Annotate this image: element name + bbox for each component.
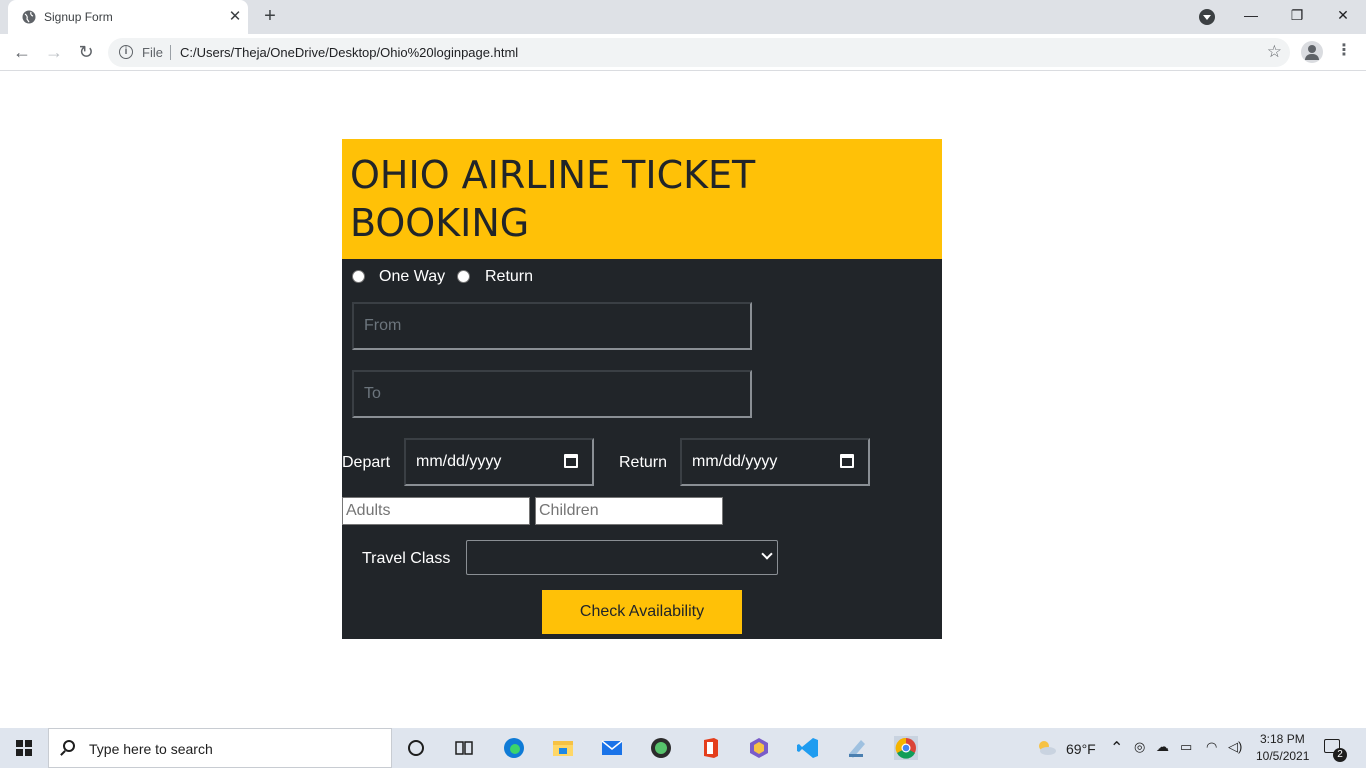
booking-form: OHIO AIRLINE TICKET BOOKING One Way Retu…: [342, 139, 942, 639]
browser-toolbar: ← → ↻ i File C:/Users/Theja/OneDrive/Des…: [0, 34, 1366, 71]
minimize-button[interactable]: —: [1228, 0, 1274, 34]
page-title: OHIO AIRLINE TICKET BOOKING: [350, 153, 756, 245]
notepad-icon[interactable]: [845, 736, 869, 760]
restore-button[interactable]: ❐: [1274, 0, 1320, 34]
globe-icon: [22, 10, 36, 24]
3d-viewer-icon[interactable]: [747, 736, 771, 760]
taskbar-search[interactable]: Type here to search: [48, 728, 392, 768]
weather-temperature[interactable]: 69°F: [1066, 741, 1096, 757]
from-input[interactable]: From: [352, 302, 752, 350]
adults-input[interactable]: Adults: [342, 497, 530, 525]
tab-title: Signup Form: [44, 10, 113, 24]
travel-class-select[interactable]: [466, 540, 778, 575]
tab-search-icon[interactable]: [1199, 9, 1215, 25]
back-button[interactable]: ←: [10, 40, 34, 64]
meet-now-icon[interactable]: ◎: [1134, 739, 1145, 755]
form-header: OHIO AIRLINE TICKET BOOKING: [342, 139, 942, 259]
vscode-icon[interactable]: [796, 736, 820, 760]
check-availability-button[interactable]: Check Availability: [542, 590, 742, 634]
tab-close-icon[interactable]: ✕: [226, 8, 244, 26]
return-date-label: Return: [619, 454, 668, 471]
children-input[interactable]: Children: [535, 497, 723, 525]
office-icon[interactable]: [698, 736, 722, 760]
browser-tab-strip: Signup Form ✕ + — ❐ ✕: [0, 0, 1366, 34]
volume-icon[interactable]: ◁): [1228, 739, 1242, 755]
reload-button[interactable]: ↻: [74, 40, 98, 64]
mail-icon[interactable]: [600, 736, 624, 760]
return-date-input[interactable]: mm/dd/yyyy: [680, 438, 870, 486]
clock-date[interactable]: 10/5/2021: [1256, 749, 1309, 763]
travel-class-label: Travel Class: [362, 550, 451, 567]
return-radio[interactable]: [457, 270, 470, 283]
info-icon[interactable]: i: [119, 45, 133, 59]
search-icon: [63, 740, 75, 752]
chrome-icon[interactable]: [894, 736, 918, 760]
forward-button[interactable]: →: [42, 40, 66, 64]
windows-start-icon[interactable]: [16, 740, 32, 756]
taskbar: Type here to search 69°F ⌃ ◎ ☁ ▭ ◠ ◁) 3:…: [0, 728, 1366, 768]
calendar-icon[interactable]: [840, 454, 854, 468]
depart-date-value: mm/dd/yyyy: [416, 453, 502, 470]
clock-time[interactable]: 3:18 PM: [1260, 732, 1305, 746]
file-explorer-icon[interactable]: [551, 736, 575, 760]
address-bar[interactable]: i File C:/Users/Theja/OneDrive/Desktop/O…: [108, 38, 1290, 67]
browser-tab[interactable]: Signup Form ✕: [8, 0, 248, 34]
one-way-radio[interactable]: [352, 270, 365, 283]
task-view-icon[interactable]: [452, 736, 476, 760]
to-input[interactable]: To: [352, 370, 752, 418]
cortana-icon[interactable]: [404, 736, 428, 760]
file-label: File: [142, 45, 163, 60]
wifi-icon[interactable]: ◠: [1206, 739, 1217, 755]
close-window-button[interactable]: ✕: [1320, 0, 1366, 34]
return-date-value: mm/dd/yyyy: [692, 453, 778, 470]
depart-date-input[interactable]: mm/dd/yyyy: [404, 438, 594, 486]
battery-icon[interactable]: ▭: [1180, 739, 1192, 755]
one-way-label: One Way: [379, 268, 446, 285]
taskbar-search-text: Type here to search: [89, 741, 213, 757]
chevron-up-icon[interactable]: ⌃: [1110, 738, 1123, 758]
bookmark-star-icon[interactable]: ☆: [1267, 42, 1282, 62]
calendar-icon[interactable]: [564, 454, 578, 468]
edge-icon[interactable]: [502, 736, 526, 760]
onedrive-icon[interactable]: ☁: [1156, 739, 1169, 755]
profile-avatar-icon[interactable]: [1301, 41, 1323, 63]
chevron-down-icon: [761, 548, 773, 560]
weather-icon[interactable]: [1034, 736, 1058, 760]
edge-dev-icon[interactable]: [649, 736, 673, 760]
notification-count: 2: [1333, 748, 1347, 762]
depart-label: Depart: [342, 454, 391, 471]
new-tab-button[interactable]: +: [260, 6, 280, 26]
url-text[interactable]: C:/Users/Theja/OneDrive/Desktop/Ohio%20l…: [180, 45, 518, 60]
omnibox-divider: [170, 45, 171, 60]
browser-menu-icon[interactable]: ⋮: [1336, 42, 1352, 60]
return-label: Return: [485, 268, 534, 285]
